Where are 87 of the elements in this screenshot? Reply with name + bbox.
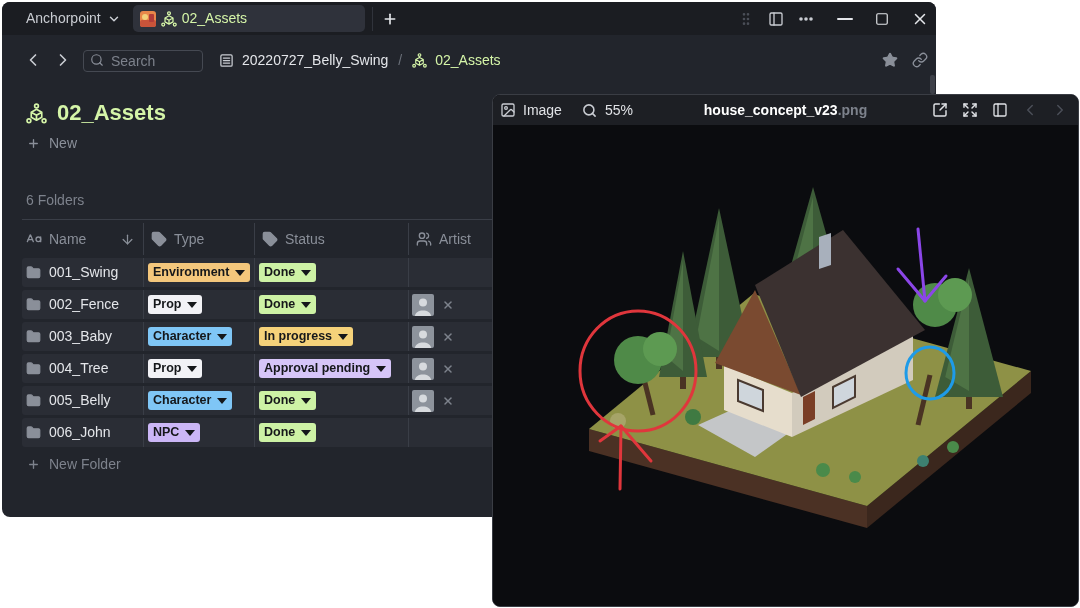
status-tag[interactable]: Done — [259, 263, 317, 282]
breadcrumb-link[interactable]: 20220727_Belly_Swing — [219, 49, 389, 71]
panel-icon — [992, 102, 1008, 118]
panel-icon — [768, 10, 784, 27]
zoom-icon — [581, 102, 597, 118]
column-header[interactable]: Status — [262, 223, 408, 255]
viewer-mode-label: Image — [523, 100, 562, 120]
type-tag[interactable]: Character — [148, 327, 233, 346]
type-tag[interactable]: Prop — [148, 295, 203, 314]
table-row[interactable]: 004_Tree Prop Approval pending — [22, 354, 492, 383]
table-row[interactable]: 005_Belly Character Done — [22, 386, 492, 415]
image-icon — [500, 102, 516, 118]
minimize-icon — [837, 17, 853, 20]
type-tag[interactable]: NPC — [148, 423, 201, 442]
zoom-button[interactable]: 55% — [581, 99, 633, 121]
close-icon[interactable] — [442, 298, 454, 311]
tab[interactable]: 02_Assets — [132, 5, 365, 32]
link-icon — [912, 52, 928, 68]
external-link-icon — [932, 102, 948, 118]
caret-icon — [338, 333, 349, 340]
folder-icon — [26, 265, 41, 280]
folder-icon — [26, 361, 41, 376]
more-icon — [799, 16, 813, 21]
close-icon[interactable] — [442, 330, 454, 343]
status-tag[interactable]: Done — [259, 423, 317, 442]
status-tag[interactable]: Done — [259, 295, 317, 314]
maximize-icon — [875, 11, 889, 26]
folder-icon — [26, 425, 41, 440]
thumbnail-icon — [139, 10, 156, 27]
type-tag[interactable]: Character — [148, 391, 233, 410]
page-title: 02_Assets — [57, 102, 166, 124]
table-row[interactable]: 001_Swing Environment Done — [22, 258, 492, 287]
folder-icon — [26, 393, 41, 408]
tag-icon — [151, 231, 167, 247]
caret-icon — [301, 269, 312, 276]
folder-icon — [26, 329, 41, 344]
fullscreen-icon — [962, 102, 978, 118]
folder-count: 6 Folders — [26, 191, 85, 209]
folder-name: 002_Fence — [49, 295, 120, 314]
caret-icon — [376, 365, 387, 372]
tag-icon — [262, 231, 278, 247]
status-tag[interactable]: In progress — [259, 327, 354, 346]
search-field[interactable]: Search — [83, 50, 203, 72]
folder-name: 003_Baby — [49, 327, 113, 346]
app-menu-button[interactable]: Anchorpoint — [14, 5, 127, 32]
folder-name: 001_Swing — [49, 263, 119, 282]
file-name: house_concept_v23.png — [703, 100, 868, 120]
circle-annotation — [904, 345, 956, 401]
column-header[interactable]: Type — [151, 223, 254, 255]
caret-icon — [217, 333, 228, 340]
folder-icon — [26, 297, 41, 312]
new-button[interactable]: New — [27, 134, 77, 152]
caret-icon — [217, 397, 228, 404]
plus-icon — [27, 457, 40, 471]
people-icon — [416, 231, 432, 247]
folder-name: 005_Belly — [49, 391, 111, 410]
table-row[interactable]: 006_John NPC Done — [22, 418, 492, 447]
new-folder-button[interactable]: New Folder — [27, 455, 121, 473]
breadcrumb-link[interactable]: 02_Assets — [412, 49, 501, 71]
star-icon — [882, 52, 898, 68]
search-icon — [90, 53, 104, 67]
column-header[interactable]: Artist — [416, 223, 492, 255]
status-tag[interactable]: Approval pending — [259, 359, 392, 378]
table-row[interactable]: 002_Fence Prop Done — [22, 290, 492, 319]
column-header[interactable]: Name — [26, 223, 143, 255]
close-icon[interactable] — [442, 362, 454, 375]
status-tag[interactable]: Done — [259, 391, 317, 410]
caret-icon — [187, 365, 198, 372]
cube-icon — [412, 52, 428, 68]
plus-icon — [27, 136, 40, 150]
caret-icon — [301, 429, 312, 436]
caret-icon — [185, 429, 196, 436]
type-tag[interactable]: Prop — [148, 359, 203, 378]
cube-icon — [160, 10, 177, 27]
caret-icon — [301, 301, 312, 308]
caret-icon — [235, 269, 246, 276]
folder-name: 004_Tree — [49, 359, 109, 378]
breadcrumb-separator: / — [398, 50, 403, 70]
caret-icon — [187, 301, 198, 308]
type-tag[interactable]: Environment — [148, 263, 251, 282]
close-icon[interactable] — [442, 394, 454, 407]
cube-icon — [26, 102, 47, 124]
list-icon — [219, 52, 234, 68]
caret-icon — [301, 397, 312, 404]
folder-name: 006_John — [49, 423, 111, 442]
scrollbar-thumb[interactable] — [930, 75, 935, 94]
table-row[interactable]: 003_Baby Character In progress — [22, 322, 492, 351]
